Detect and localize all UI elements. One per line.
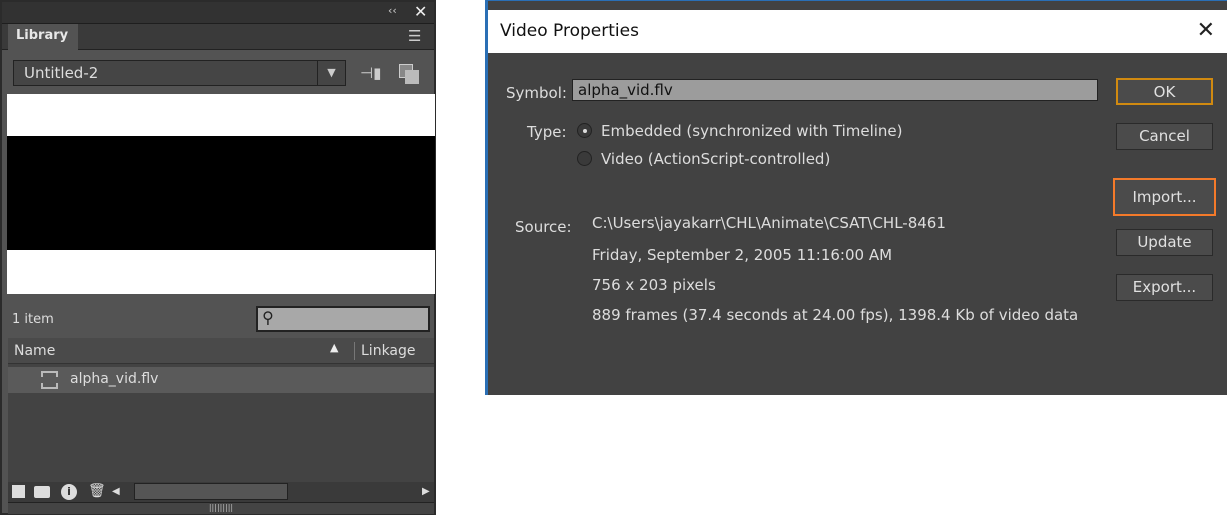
item-count: 1 item [12,312,54,327]
new-symbol-icon[interactable] [12,485,25,498]
video-icon [41,371,58,389]
scroll-right-icon[interactable]: ▶ [422,486,430,497]
close-icon[interactable]: ✕ [1197,18,1215,43]
bottom-toolbar: i 🗑 ◀ ▶ [8,482,434,502]
list-item[interactable]: alpha_vid.flv [8,367,434,393]
source-dimensions: 756 x 203 pixels [592,276,716,294]
panel-menu-icon[interactable]: ☰ [408,27,421,45]
search-icon: ⚲ [262,308,274,327]
radio-embedded[interactable] [577,123,592,138]
symbol-name-input[interactable]: alpha_vid.flv [572,79,1098,101]
document-dropdown[interactable]: Untitled-2 ▼ [13,60,346,86]
column-header: Name ▲ Linkage [8,338,434,364]
tab-row: Library ☰ [2,24,434,50]
dialog-title-bar: Video Properties ✕ [488,10,1227,53]
source-info: 889 frames (37.4 seconds at 24.00 fps), … [592,306,1079,324]
properties-icon[interactable]: i [61,484,77,500]
type-label: Type: [527,123,567,141]
source-path: C:\Users\jayakarr\CHL\Animate\CSAT\CHL-8… [592,214,946,232]
collapse-icon[interactable]: ‹‹ [388,4,397,17]
close-icon[interactable]: ✕ [414,2,427,21]
source-date: Friday, September 2, 2005 11:16:00 AM [592,246,893,264]
sort-ascending-icon[interactable]: ▲ [330,341,338,354]
radio-embedded-label[interactable]: Embedded (synchronized with Timeline) [601,122,903,140]
horizontal-scrollbar-thumb[interactable] [134,483,288,500]
radio-actionscript-label[interactable]: Video (ActionScript-controlled) [601,150,830,168]
search-input[interactable]: ⚲ [256,306,430,332]
resize-grip[interactable]: ||||||||| [8,502,434,514]
tab-library[interactable]: Library [8,24,78,50]
symbol-label: Symbol: [506,84,567,102]
column-linkage[interactable]: Linkage [361,343,416,359]
pin-icon[interactable]: ⊣▮ [360,64,381,82]
dialog-title: Video Properties [500,21,639,41]
symbol-preview [7,94,435,294]
radio-actionscript[interactable] [577,151,592,166]
video-properties-dialog: Video Properties ✕ Symbol: alpha_vid.flv… [485,0,1227,395]
scroll-left-icon[interactable]: ◀ [112,486,120,497]
export-button[interactable]: Export... [1116,274,1213,301]
document-name: Untitled-2 [24,64,99,82]
cancel-button[interactable]: Cancel [1116,123,1213,150]
import-button[interactable]: Import... [1113,178,1216,216]
library-panel: ‹‹ ✕ Library ☰ Untitled-2 ▼ ⊣▮ 1 item ⚲ N… [0,0,436,515]
panel-topbar: ‹‹ ✕ [2,2,434,24]
update-button[interactable]: Update [1116,229,1213,256]
new-library-panel-icon[interactable] [399,64,419,84]
chevron-down-icon: ▼ [317,61,345,85]
ok-button[interactable]: OK [1116,78,1213,105]
item-name: alpha_vid.flv [70,371,159,387]
column-name[interactable]: Name [14,343,55,359]
source-label: Source: [515,218,572,236]
new-folder-icon[interactable] [34,486,50,498]
trash-icon[interactable]: 🗑 [88,483,106,499]
